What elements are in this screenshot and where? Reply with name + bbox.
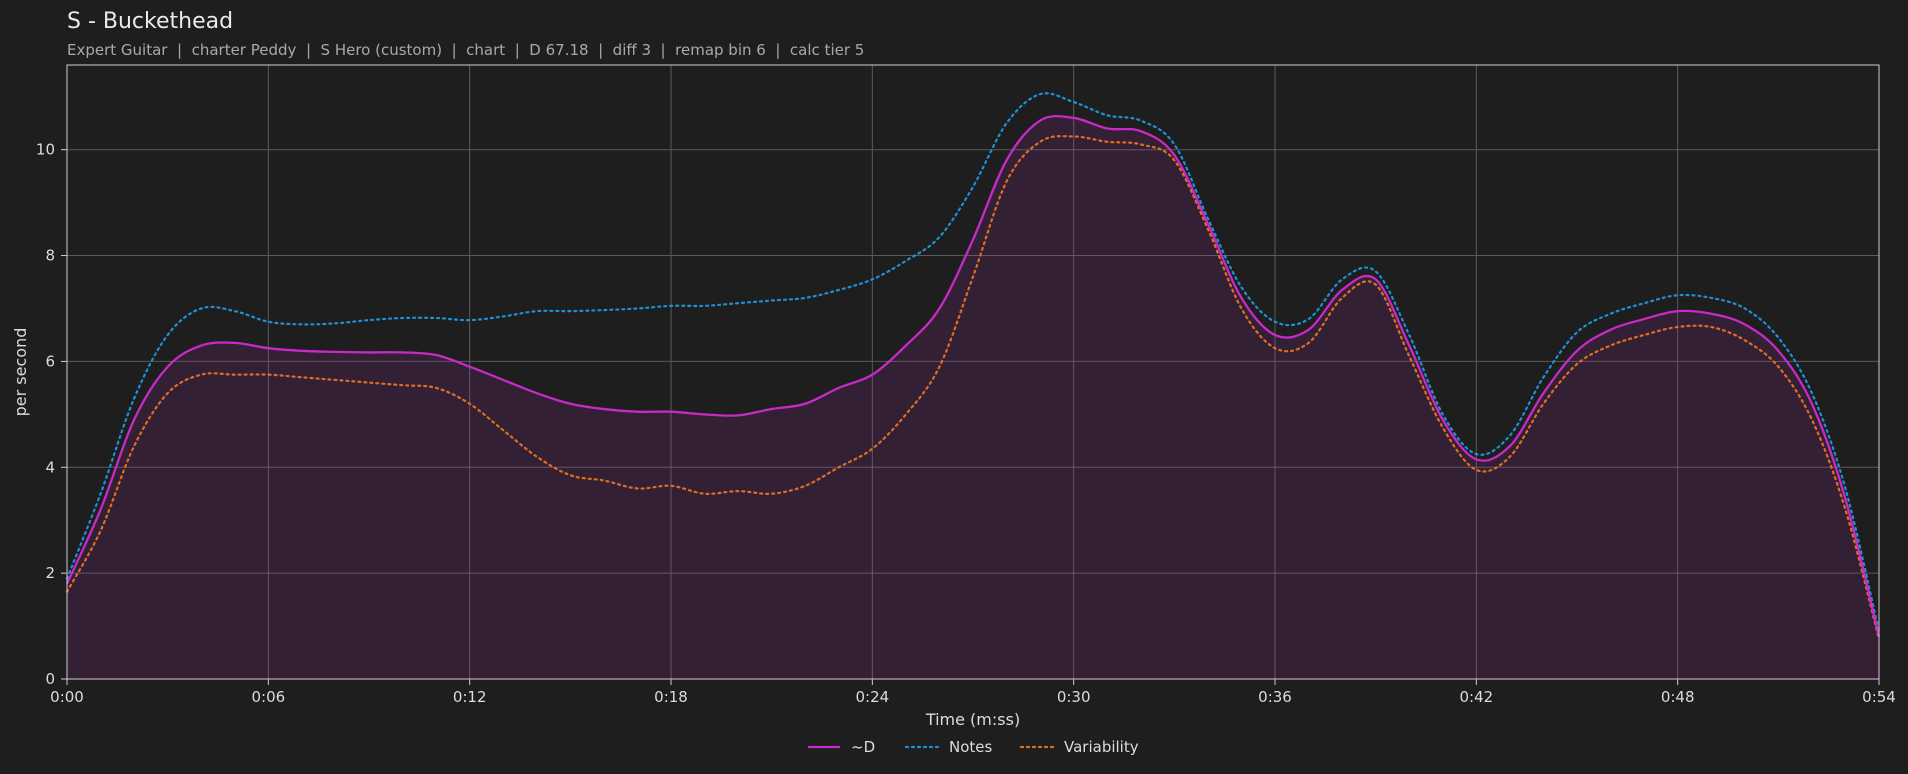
- x-tick-label: 0:00: [50, 688, 84, 706]
- y-tick-label: 0: [45, 670, 55, 688]
- x-tick-label: 0:06: [251, 688, 285, 706]
- y-tick-label: 6: [45, 352, 55, 370]
- x-tick-label: 0:48: [1661, 688, 1695, 706]
- chart-subtitle: Expert Guitar | charter Peddy | S Hero (…: [67, 41, 864, 59]
- legend-label: Notes: [949, 738, 993, 756]
- x-axis-label: Time (m:ss): [925, 710, 1020, 729]
- legend-label: ~D: [851, 738, 875, 756]
- series-area: [67, 116, 1879, 680]
- y-tick-label: 10: [36, 141, 55, 159]
- x-tick-label: 0:36: [1258, 688, 1292, 706]
- legend: ~D Notes Variability: [808, 738, 1139, 756]
- y-tick-label: 8: [45, 247, 55, 265]
- x-tick-label: 0:24: [855, 688, 889, 706]
- x-tick-label: 0:54: [1862, 688, 1896, 706]
- y-tick-label: 2: [45, 564, 55, 582]
- legend-label: Variability: [1064, 738, 1139, 756]
- chart-title: S - Buckethead: [67, 9, 233, 34]
- y-axis-ticks: 0 2 4 6 8 10: [36, 141, 67, 688]
- x-tick-label: 0:42: [1459, 688, 1493, 706]
- y-axis-label: per second: [11, 328, 30, 417]
- area-fill: [67, 116, 1879, 680]
- x-tick-label: 0:18: [654, 688, 688, 706]
- chart: S - Buckethead Expert Guitar | charter P…: [11, 9, 1896, 756]
- x-tick-label: 0:12: [453, 688, 487, 706]
- x-tick-label: 0:30: [1057, 688, 1091, 706]
- y-tick-label: 4: [45, 458, 55, 476]
- x-axis-ticks: 0:00 0:06 0:12 0:18 0:24 0:30 0:36 0:42 0:48 0:54: [50, 679, 1896, 706]
